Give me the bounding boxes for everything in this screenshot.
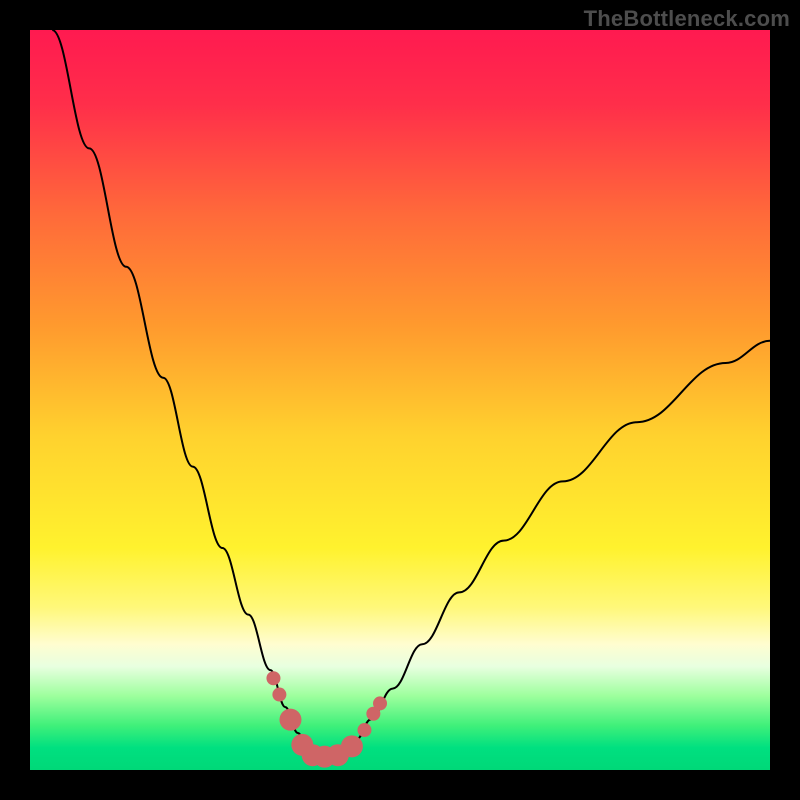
plot-area	[30, 30, 770, 770]
bottleneck-curve	[52, 30, 770, 757]
marker-dot	[373, 696, 387, 710]
marker-dot	[341, 735, 363, 757]
watermark-text: TheBottleneck.com	[584, 6, 790, 32]
marker-dot	[266, 671, 280, 685]
curve-layer	[30, 30, 770, 770]
marker-dot	[279, 709, 301, 731]
marker-dot	[357, 723, 371, 737]
outer-black-frame: TheBottleneck.com	[0, 0, 800, 800]
marker-dot	[272, 688, 286, 702]
